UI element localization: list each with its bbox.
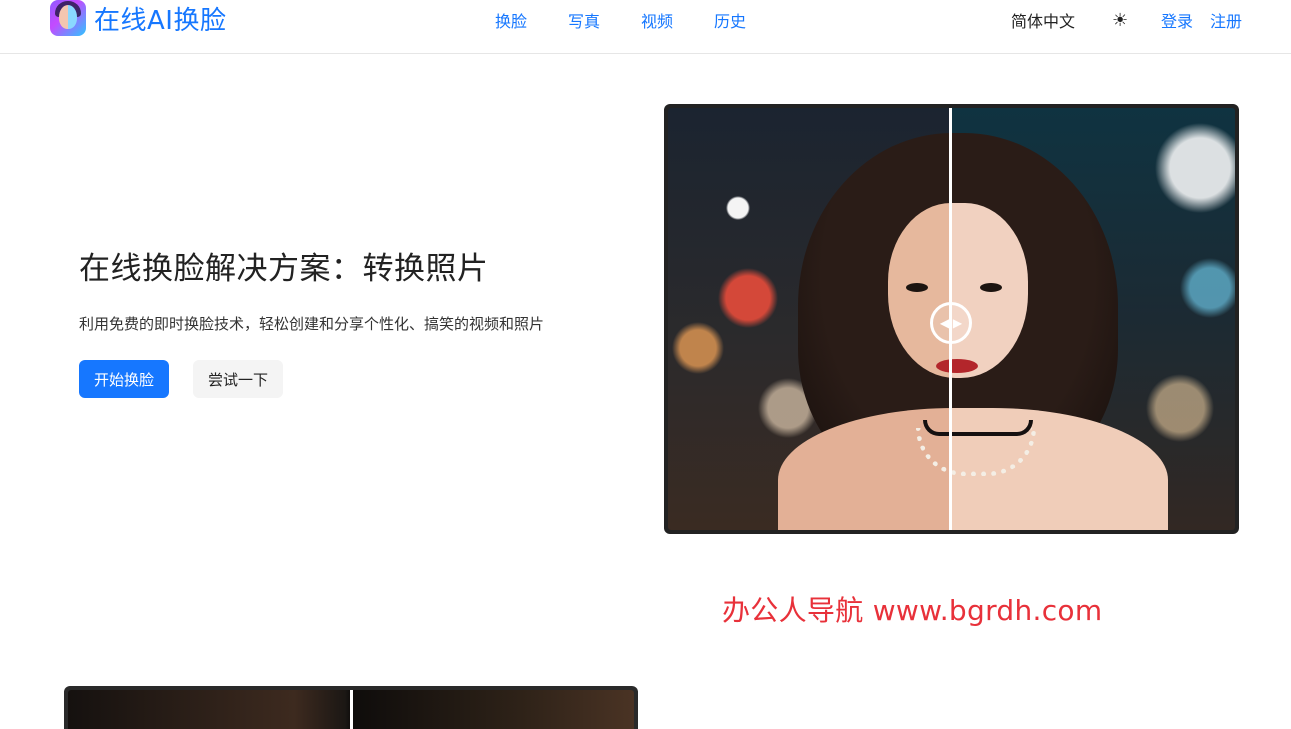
start-face-swap-button[interactable]: 开始换脸 (79, 360, 169, 398)
compare-divider[interactable] (350, 690, 353, 729)
portrait-eye (906, 283, 928, 292)
portrait-lips (936, 359, 978, 373)
top-header: 在线AI换脸 换脸 写真 视频 历史 简体中文 ☀ 登录 注册 (0, 0, 1291, 54)
compare-drag-handle-icon[interactable]: ◀ ▶ (930, 302, 972, 344)
watermark-text: 办公人导航 www.bgrdh.com (722, 594, 1103, 627)
main-nav: 换脸 写真 视频 历史 (495, 11, 787, 33)
brand-title: 在线AI换脸 (94, 5, 227, 36)
brand[interactable]: 在线AI换脸 (50, 0, 226, 36)
login-link[interactable]: 登录 (1161, 11, 1193, 33)
before-after-compare[interactable]: ◀ ▶ (664, 104, 1239, 534)
nav-item-portrait[interactable]: 写真 (568, 11, 600, 33)
register-link[interactable]: 注册 (1210, 11, 1242, 33)
try-it-button[interactable]: 尝试一下 (193, 360, 283, 398)
nav-item-history[interactable]: 历史 (714, 11, 746, 33)
hero-title: 在线换脸解决方案：转换照片 (79, 251, 489, 287)
theme-toggle-sun-icon[interactable]: ☀ (1112, 10, 1128, 32)
hero-subtitle: 利用免费的即时换脸技术，轻松创建和分享个性化、搞笑的视频和照片 (79, 315, 545, 333)
second-before-after-compare[interactable] (64, 686, 638, 729)
brand-logo-icon (50, 0, 86, 36)
portrait-eye (980, 283, 1002, 292)
language-selector[interactable]: 简体中文 (1011, 11, 1075, 33)
nav-item-face-swap[interactable]: 换脸 (495, 11, 527, 33)
nav-item-video[interactable]: 视频 (641, 11, 673, 33)
